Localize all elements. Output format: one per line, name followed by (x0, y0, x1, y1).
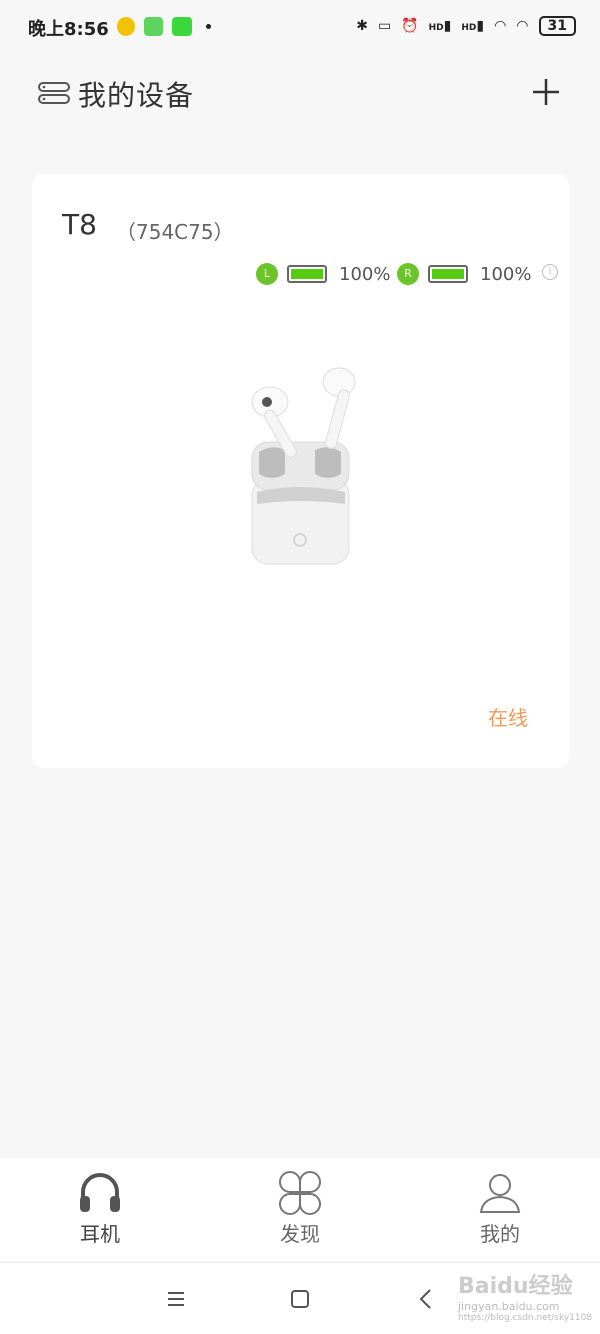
more-notifications-icon (206, 24, 211, 29)
tab-discover-label: 发现 (280, 1222, 320, 1246)
device-card[interactable]: T8 （754C75） L 100% R 100% i 在线 (32, 174, 569, 768)
watermark-brand: Baidu经验 (458, 1274, 573, 1299)
system-icons: ✱ ▭ ⏰ HD▮ HD▮ ◠ ◠ 31 (356, 16, 576, 36)
notification-iqiyi-icon (172, 17, 192, 36)
left-earbud-badge: L (256, 263, 278, 285)
device-name: T8 (62, 208, 97, 241)
clover-icon (279, 1171, 321, 1215)
back-icon[interactable] (412, 1285, 440, 1313)
menu-icon[interactable] (162, 1285, 190, 1313)
battery-indicator: 31 (538, 16, 576, 36)
device-list-icon[interactable] (38, 82, 70, 104)
tab-me[interactable]: 我的 (440, 1170, 560, 1247)
watermark-url: https://blog.csdn.net/sky1108 (458, 1313, 593, 1323)
notification-app-icon (117, 17, 135, 36)
info-icon[interactable]: i (542, 264, 558, 280)
connection-status: 在线 (488, 706, 528, 730)
tab-earphones-label: 耳机 (80, 1222, 120, 1246)
battery-row: L 100% R 100% (256, 261, 538, 287)
status-bar: 晚上8:56 ✱ ▭ ⏰ HD▮ HD▮ ◠ ◠ 31 (0, 0, 600, 56)
person-icon (479, 1174, 521, 1213)
watermark-site: jingyan.baidu.com (458, 1300, 560, 1313)
right-battery-percent: 100% (480, 263, 532, 285)
left-battery-icon (287, 265, 327, 283)
tab-discover[interactable]: 发现 (240, 1170, 360, 1247)
bottom-tab-bar: 耳机 发现 我的 (0, 1158, 600, 1261)
vibrate-icon: ▭ (377, 18, 392, 34)
app-header: 我的设备 (0, 60, 600, 130)
bluetooth-icon: ✱ (356, 18, 368, 34)
headphones-icon (80, 1173, 120, 1212)
add-device-icon[interactable] (530, 76, 562, 108)
notification-wechat-icon (144, 17, 163, 36)
signal-hd-2-icon: HD▮ (461, 18, 485, 34)
left-battery-percent: 100% (339, 263, 391, 285)
wifi-2-icon: ◠ (516, 18, 529, 34)
signal-hd-icon: HD▮ (428, 18, 452, 34)
device-id: （754C75） (116, 220, 234, 244)
tab-earphones[interactable]: 耳机 (40, 1170, 160, 1247)
right-battery-icon (428, 265, 468, 283)
wifi-icon: ◠ (494, 18, 507, 34)
right-earbud-badge: R (397, 263, 419, 285)
home-icon[interactable] (286, 1285, 314, 1313)
page-title: 我的设备 (78, 79, 195, 112)
tab-me-label: 我的 (480, 1222, 520, 1246)
earbuds-image (251, 367, 356, 565)
alarm-icon: ⏰ (401, 18, 419, 34)
status-time: 晚上8:56 (28, 19, 109, 40)
baidu-watermark: Baidu经验 jingyan.baidu.com https://blog.c… (458, 1268, 596, 1328)
